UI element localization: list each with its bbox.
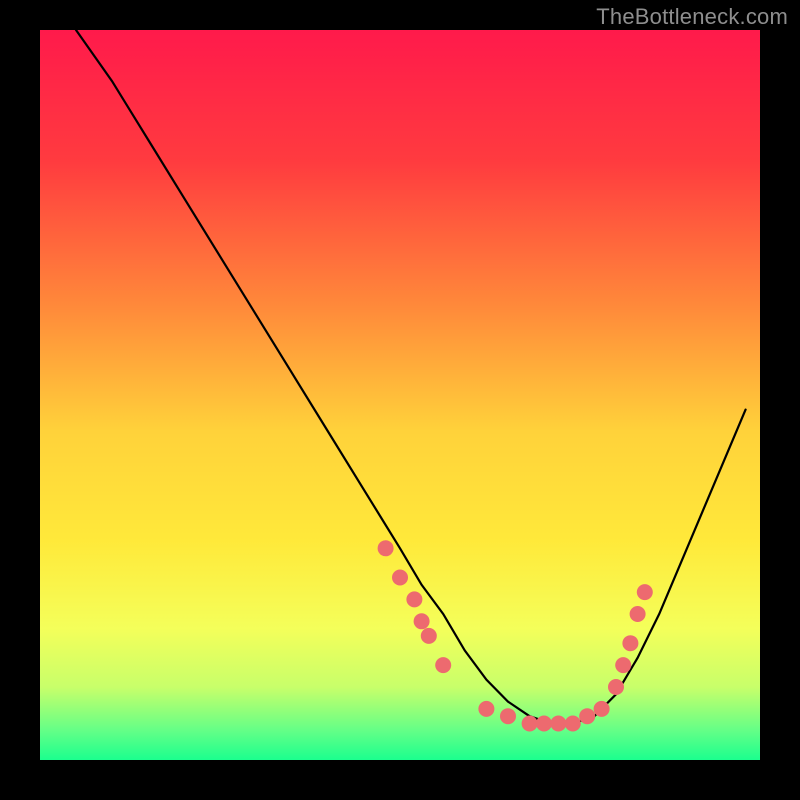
- marker-dot: [392, 570, 408, 586]
- marker-dot: [630, 606, 646, 622]
- marker-dot: [594, 701, 610, 717]
- marker-dot: [622, 635, 638, 651]
- marker-dot: [522, 716, 538, 732]
- marker-dot: [414, 613, 430, 629]
- marker-dot: [536, 716, 552, 732]
- marker-dot: [421, 628, 437, 644]
- marker-dot: [608, 679, 624, 695]
- marker-dot: [615, 657, 631, 673]
- marker-dot: [500, 708, 516, 724]
- marker-dot: [406, 591, 422, 607]
- marker-dot: [565, 716, 581, 732]
- marker-dot: [378, 540, 394, 556]
- watermark-text: TheBottleneck.com: [596, 4, 788, 30]
- chart-svg: [0, 0, 800, 800]
- marker-dot: [550, 716, 566, 732]
- marker-dot: [579, 708, 595, 724]
- marker-dot: [435, 657, 451, 673]
- marker-dot: [637, 584, 653, 600]
- chart-stage: TheBottleneck.com: [0, 0, 800, 800]
- marker-dot: [478, 701, 494, 717]
